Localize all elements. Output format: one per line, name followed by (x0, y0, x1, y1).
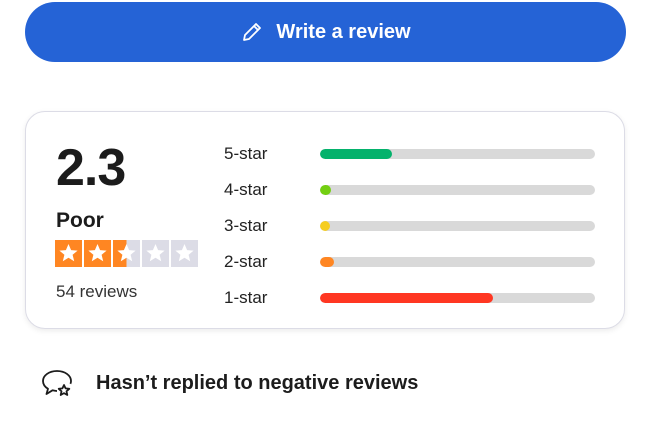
rating-bar-fill (320, 293, 494, 303)
rating-bar-label: 1-star (224, 288, 268, 307)
rating-bar-label: 3-star (224, 216, 268, 235)
write-review-label: Write a review (276, 20, 411, 43)
rating-bar-row[interactable]: 5-star (224, 136, 595, 172)
rating-bar-fill (320, 257, 334, 267)
rating-bar-track (320, 293, 595, 303)
rating-bar-label: 2-star (224, 252, 268, 271)
speech-bubble-star-icon (40, 366, 74, 400)
rating-bar-track (320, 149, 595, 159)
review-count: 54 reviews (56, 282, 138, 301)
rating-bar-label: 5-star (224, 144, 268, 163)
rating-bar-row[interactable]: 3-star (224, 208, 595, 244)
rating-bar-row[interactable]: 4-star (224, 172, 595, 208)
star-rating (55, 240, 198, 267)
star-icon (84, 240, 111, 267)
rating-bar-track (320, 185, 595, 195)
trust-score: 2.3 (56, 139, 126, 197)
rating-summary-card: 2.3 Poor 54 reviews 5-star 4-star 3-star 2-… (25, 111, 625, 329)
star-icon (171, 240, 198, 267)
rating-bar-label: 4-star (224, 180, 268, 199)
rating-bar-fill (320, 221, 330, 231)
star-icon (142, 240, 169, 267)
reply-status-text: Hasn’t replied to negative reviews (96, 371, 419, 394)
star-icon (55, 240, 82, 267)
rating-bar-row[interactable]: 2-star (224, 244, 595, 280)
reply-status: Hasn’t replied to negative reviews (40, 366, 418, 400)
rating-distribution: 5-star 4-star 3-star 2-star 1-star (224, 136, 595, 316)
rating-bar-row[interactable]: 1-star (224, 280, 595, 316)
write-review-button[interactable]: Write a review (25, 2, 626, 62)
rating-bar-track (320, 257, 595, 267)
star-icon (113, 240, 140, 267)
rating-bar-fill (320, 185, 331, 195)
rating-bar-fill (320, 149, 392, 159)
rating-bar-track (320, 221, 595, 231)
rating-word: Poor (56, 209, 104, 232)
pencil-icon (240, 20, 264, 44)
